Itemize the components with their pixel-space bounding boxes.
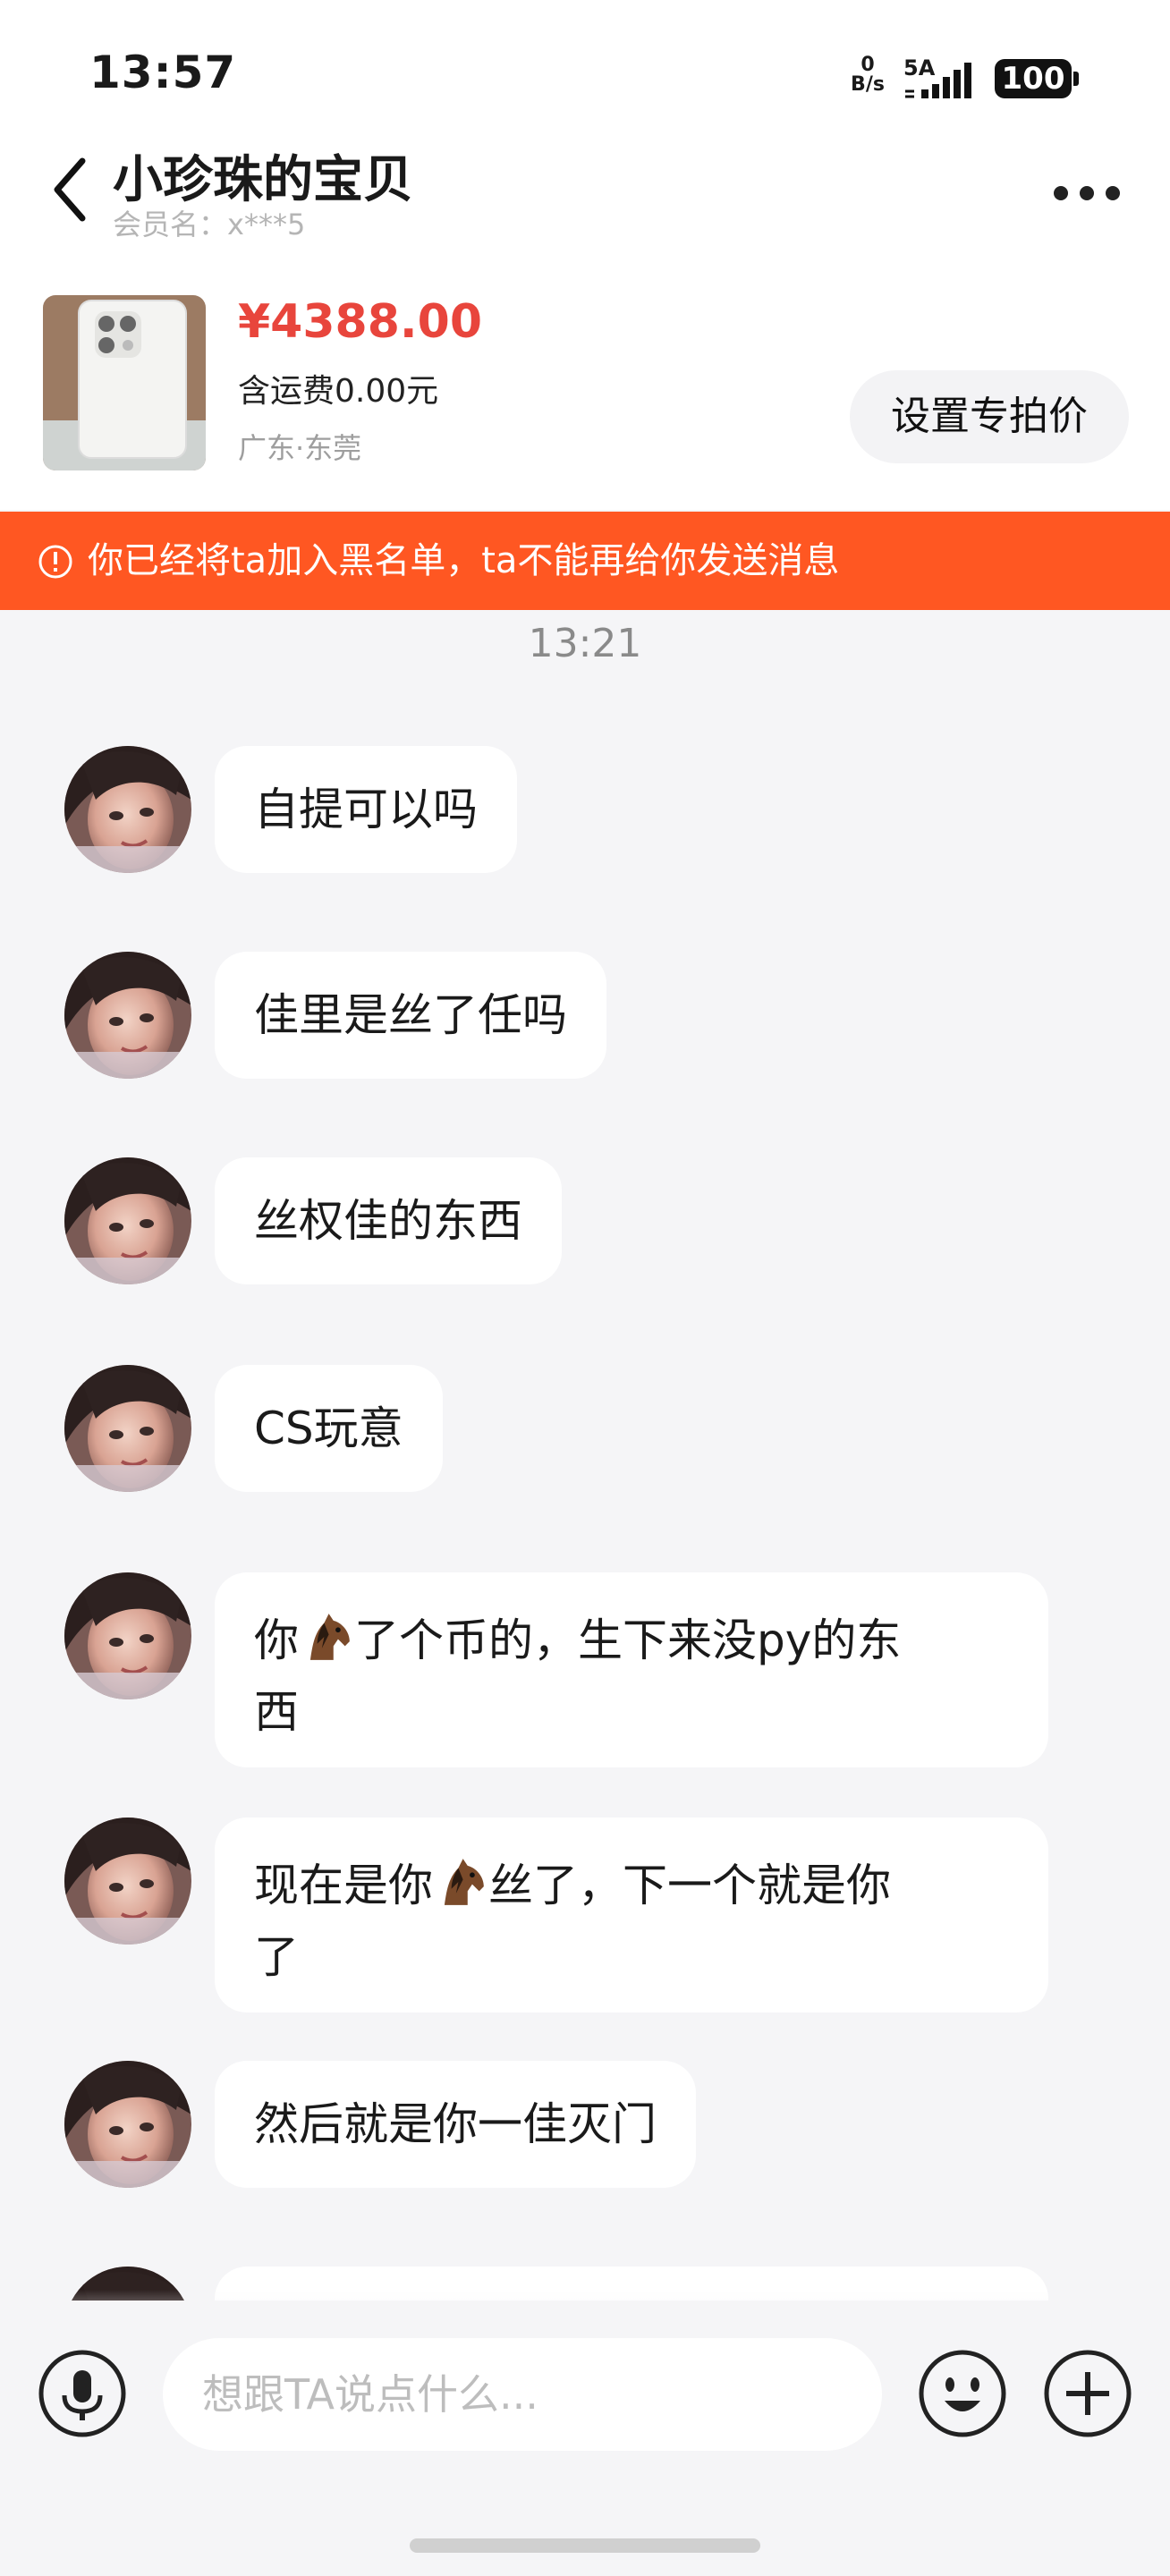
set-special-price-button[interactable]: 设置专拍价 bbox=[850, 370, 1129, 463]
message-input[interactable]: 想跟TA说点什么... bbox=[163, 2338, 882, 2451]
message-line: 西 bbox=[254, 1686, 299, 1738]
message-bubble[interactable]: 丝权佳的东西 bbox=[215, 1157, 562, 1284]
avatar[interactable] bbox=[64, 746, 191, 873]
product-thumbnail[interactable] bbox=[43, 295, 206, 470]
message-line: 了 bbox=[254, 1931, 299, 1983]
warning-icon bbox=[38, 545, 72, 579]
microphone-icon[interactable] bbox=[38, 2349, 127, 2438]
message-line: 你了个币的，生下来没py的东 bbox=[254, 1605, 1009, 1676]
message-bubble[interactable]: 现在是你 丝了，下一个就是你 了 bbox=[215, 1818, 1048, 2012]
status-time: 13:57 bbox=[89, 47, 237, 98]
add-attachment-icon[interactable] bbox=[1043, 2349, 1132, 2438]
avatar[interactable] bbox=[64, 1572, 191, 1699]
battery-icon: 100 bbox=[995, 59, 1079, 98]
signal-icon bbox=[905, 63, 971, 98]
chat-timestamp: 13:21 bbox=[528, 621, 642, 666]
avatar[interactable] bbox=[64, 952, 191, 1079]
avatar[interactable] bbox=[64, 1818, 191, 1945]
more-options-icon[interactable] bbox=[1047, 175, 1127, 211]
product-price: ¥4388.00 bbox=[238, 295, 483, 349]
status-bar: 13:57 0 B/s 5A 100 bbox=[0, 0, 1170, 134]
emoji-icon[interactable] bbox=[918, 2349, 1007, 2438]
blacklist-banner: 你已经将ta加入黑名单，ta不能再给你发送消息 bbox=[0, 512, 1170, 610]
message-bubble[interactable]: 你了个币的，生下来没py的东 西 bbox=[215, 1572, 1048, 1767]
message-line: 现在是你 丝了，下一个就是你 bbox=[254, 1850, 1009, 1921]
product-location: 广东·东莞 bbox=[238, 431, 362, 465]
home-indicator[interactable] bbox=[410, 2538, 760, 2553]
blacklist-banner-text: 你已经将ta加入黑名单，ta不能再给你发送消息 bbox=[88, 540, 840, 581]
message-bubble[interactable]: 然后就是你一佳灭门 bbox=[215, 2061, 696, 2188]
network-speed: 0 B/s bbox=[851, 54, 885, 96]
message-bubble[interactable]: 佳里是丝了任吗 bbox=[215, 952, 606, 1079]
avatar[interactable] bbox=[64, 1365, 191, 1492]
horse-icon bbox=[433, 1854, 488, 1910]
avatar[interactable] bbox=[64, 1157, 191, 1284]
shipping-fee: 含运费0.00元 bbox=[238, 373, 439, 410]
back-icon[interactable] bbox=[47, 154, 100, 225]
member-name: 会员名：x***5 bbox=[113, 208, 306, 242]
message-bubble[interactable]: CS玩意 bbox=[215, 1365, 443, 1492]
message-bubble[interactable]: 自提可以吗 bbox=[215, 746, 517, 873]
horse-icon bbox=[299, 1609, 354, 1665]
chat-title: 小珍珠的宝贝 bbox=[113, 151, 413, 209]
avatar[interactable] bbox=[64, 2061, 191, 2188]
